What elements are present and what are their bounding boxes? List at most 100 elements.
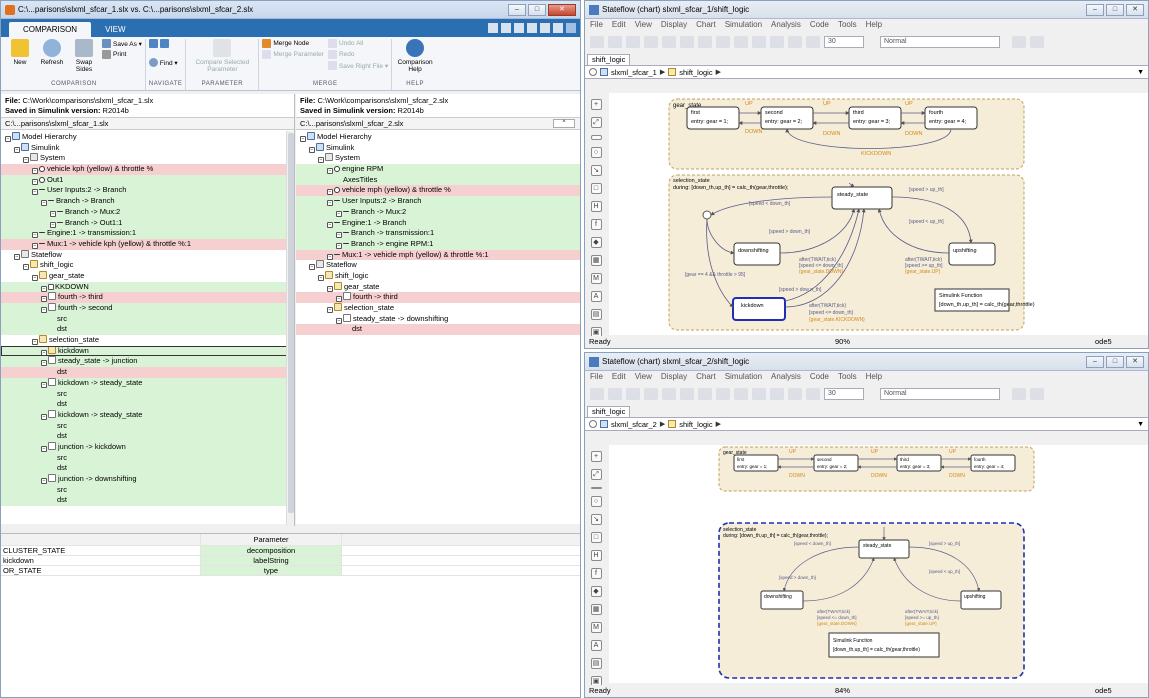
- chevron-down-icon[interactable]: ▼: [1137, 421, 1144, 428]
- right-tree-node[interactable]: − engine RPM: [296, 164, 580, 175]
- quick-copy-icon[interactable]: [514, 23, 524, 33]
- sf1-crumb-chart[interactable]: shift_logic: [679, 68, 712, 77]
- sf2-up-icon[interactable]: [662, 388, 676, 400]
- maximize-button[interactable]: □: [528, 3, 546, 16]
- expand-toggle-icon[interactable]: −: [318, 157, 324, 164]
- sf1-crumb-model[interactable]: slxml_sfcar_1: [611, 68, 657, 77]
- sf1-stop-time-field[interactable]: 30: [824, 36, 864, 48]
- sf1-minimize-button[interactable]: –: [1086, 3, 1104, 16]
- quick-paste-icon[interactable]: [527, 23, 537, 33]
- parameter-row[interactable]: OR_STATE type: [1, 566, 580, 576]
- merge-node-button[interactable]: Merge Node: [262, 39, 324, 48]
- menu-item[interactable]: Edit: [612, 19, 626, 31]
- sf1-explorer-icon[interactable]: [716, 36, 730, 48]
- expand-toggle-icon[interactable]: −: [32, 189, 38, 196]
- expand-toggle-icon[interactable]: −: [41, 285, 47, 292]
- left-tree-node[interactable]: src: [1, 420, 294, 432]
- junction[interactable]: [702, 210, 712, 220]
- left-tree-node[interactable]: − vehicle kph (yellow) & throttle %: [1, 164, 294, 175]
- prev-next-buttons[interactable]: [148, 39, 178, 48]
- right-tree-node[interactable]: AxesTitles: [296, 174, 580, 186]
- new-button[interactable]: New: [6, 39, 34, 66]
- save-as-button[interactable]: Save As ▾: [102, 39, 142, 48]
- expand-toggle-icon[interactable]: −: [41, 349, 47, 356]
- sf1-save-icon[interactable]: [608, 36, 622, 48]
- left-tree-node[interactable]: − System: [1, 153, 294, 164]
- right-tree-node[interactable]: − steady_state -> downshifting: [296, 313, 580, 325]
- left-tree-node[interactable]: − Branch -> Out1:1: [1, 217, 294, 229]
- menu-item[interactable]: File: [590, 19, 603, 31]
- redo-button[interactable]: Redo: [327, 50, 388, 59]
- matlab-function-icon[interactable]: M: [590, 273, 602, 284]
- right-tree-node[interactable]: − gear_state: [296, 281, 580, 293]
- sf2-step-icon[interactable]: [770, 388, 784, 400]
- box-tool-icon[interactable]: □: [590, 532, 602, 543]
- image-icon[interactable]: ▤: [590, 309, 602, 320]
- expand-toggle-icon[interactable]: [50, 391, 56, 397]
- fit-view-icon[interactable]: ⤢: [590, 117, 602, 128]
- sf2-close-button[interactable]: ✕: [1126, 355, 1144, 368]
- menu-item[interactable]: Display: [661, 19, 687, 31]
- graphical-function-icon[interactable]: f: [590, 219, 602, 230]
- junction-tool-icon[interactable]: ○: [590, 147, 602, 158]
- sf1-step-icon[interactable]: [770, 36, 784, 48]
- state-tool-icon[interactable]: [590, 135, 602, 140]
- sf2-scope-icon[interactable]: [806, 388, 820, 400]
- left-tree-node[interactable]: src: [1, 388, 294, 400]
- expand-toggle-icon[interactable]: −: [14, 146, 20, 153]
- default-transition-icon[interactable]: ↘: [590, 165, 602, 176]
- left-tree-node[interactable]: − KKDOWN: [1, 281, 294, 293]
- left-scrollbar-thumb[interactable]: [288, 133, 294, 513]
- matlab-function-icon[interactable]: M: [590, 622, 602, 633]
- sf2-explorer-icon[interactable]: [716, 388, 730, 400]
- left-tree-node[interactable]: dst: [1, 495, 294, 507]
- state-tool-icon[interactable]: [590, 487, 602, 489]
- left-tree-node[interactable]: − steady_state -> junction: [1, 356, 294, 368]
- left-tree-node[interactable]: − kickdown -> steady_state: [1, 377, 294, 389]
- sf2-crumb-chart[interactable]: shift_logic: [679, 420, 712, 429]
- left-tree-node[interactable]: − Model Hierarchy: [1, 132, 294, 143]
- tab-comparison[interactable]: COMPARISON: [9, 22, 92, 37]
- sf2-check-icon[interactable]: [1012, 388, 1026, 400]
- expand-toggle-icon[interactable]: −: [32, 242, 38, 249]
- minimize-button[interactable]: –: [508, 3, 526, 16]
- expand-toggle-icon[interactable]: −: [41, 413, 47, 420]
- menu-item[interactable]: Simulation: [725, 19, 762, 31]
- sf2-run-icon[interactable]: [752, 388, 766, 400]
- arrow-right-icon[interactable]: [159, 39, 169, 48]
- right-tree[interactable]: − Model Hierarchy − Simulink − System − engine …: [296, 130, 580, 524]
- left-tree-node[interactable]: − Out1: [1, 174, 294, 186]
- history-junction-icon[interactable]: H: [590, 550, 602, 561]
- comparison-help-button[interactable]: Comparison Help: [395, 39, 435, 73]
- expand-toggle-icon[interactable]: [50, 465, 56, 471]
- find-button[interactable]: Find ▾: [148, 58, 178, 67]
- expand-toggle-icon[interactable]: −: [309, 146, 315, 153]
- refresh-button[interactable]: Refresh: [38, 39, 66, 66]
- quick-redo-icon[interactable]: [553, 23, 563, 33]
- expand-toggle-icon[interactable]: −: [23, 264, 29, 271]
- expand-toggle-icon[interactable]: [50, 497, 56, 503]
- history-junction-icon[interactable]: H: [590, 201, 602, 212]
- menu-item[interactable]: File: [590, 371, 603, 383]
- sf1-sim-mode-select[interactable]: Normal: [880, 36, 1000, 48]
- left-tree[interactable]: − Model Hierarchy − Simulink − System − vehicle…: [1, 130, 294, 524]
- sf2-minimize-button[interactable]: –: [1086, 355, 1104, 368]
- left-tree-node[interactable]: − junction -> downshifting: [1, 474, 294, 485]
- simulink-function-box-2[interactable]: [828, 632, 940, 658]
- right-tree-node[interactable]: − selection_state: [296, 303, 580, 314]
- left-tree-node[interactable]: dst: [1, 324, 294, 336]
- expand-toggle-icon[interactable]: −: [23, 157, 29, 164]
- expand-toggle-icon[interactable]: [336, 177, 342, 183]
- menu-item[interactable]: Chart: [696, 371, 716, 383]
- left-tree-node[interactable]: dst: [1, 463, 294, 474]
- expand-toggle-icon[interactable]: −: [318, 274, 324, 281]
- expand-toggle-icon[interactable]: −: [327, 168, 333, 175]
- left-tree-node[interactable]: dst: [1, 399, 294, 410]
- left-tree-node[interactable]: − Mux:1 -> vehicle kph (yellow) & throttl…: [1, 238, 294, 250]
- expand-toggle-icon[interactable]: −: [327, 189, 333, 196]
- menu-item[interactable]: Help: [866, 371, 882, 383]
- expand-toggle-icon[interactable]: −: [327, 221, 333, 228]
- expand-toggle-icon[interactable]: −: [336, 232, 342, 239]
- image-icon[interactable]: ▤: [590, 658, 602, 669]
- menu-item[interactable]: Code: [810, 19, 829, 31]
